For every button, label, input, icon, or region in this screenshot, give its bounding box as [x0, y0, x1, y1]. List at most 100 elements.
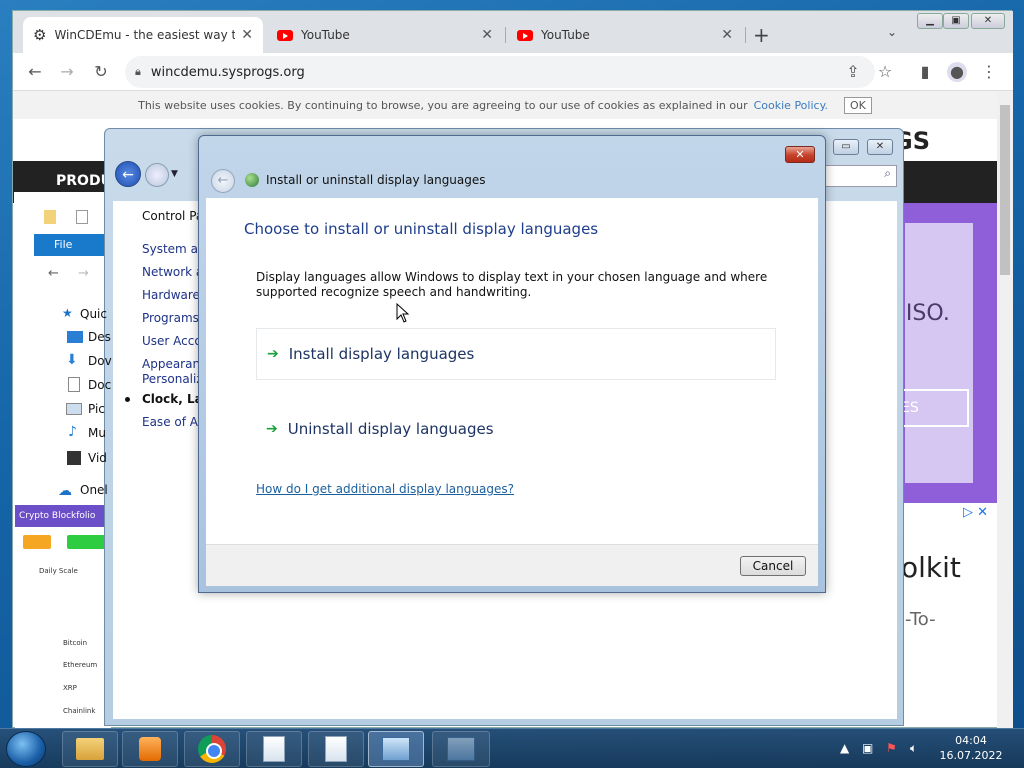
- download-icon: ⬇: [66, 352, 78, 368]
- selected-bullet: [125, 397, 130, 402]
- profile-icon[interactable]: ●: [947, 62, 967, 82]
- taskbar-notepad-2[interactable]: [308, 731, 364, 767]
- mouse-cursor-icon: [396, 303, 410, 323]
- star-icon: ★: [62, 306, 73, 320]
- breadcrumb[interactable]: Control Pa: [142, 209, 203, 223]
- tab-separator: [505, 27, 506, 43]
- crypto-ad: Crypto Blockfolio Daily Scale Bitcoin Et…: [15, 505, 111, 729]
- file-menu[interactable]: File: [34, 234, 104, 256]
- dialog-body: Choose to install or uninstall display l…: [206, 198, 818, 544]
- cookie-ok-button[interactable]: OK: [844, 96, 872, 114]
- nav-documents[interactable]: Doc: [88, 378, 111, 392]
- nav-pictures[interactable]: Pic: [88, 402, 105, 416]
- cookie-policy-link[interactable]: Cookie Policy.: [754, 99, 828, 112]
- chrome-icon: [198, 735, 226, 763]
- maximize-button[interactable]: ▣: [943, 13, 969, 29]
- sidebar-item-programs[interactable]: Programs: [142, 311, 199, 325]
- close-icon[interactable]: ✕: [721, 27, 733, 43]
- desktop-icon: [67, 331, 83, 343]
- taskbar-chrome[interactable]: [184, 731, 240, 767]
- new-tab-icon[interactable]: +: [753, 23, 770, 47]
- nav-quick-access[interactable]: Quic: [80, 307, 107, 321]
- show-hidden-icons-icon[interactable]: ▲: [840, 741, 849, 755]
- lock-icon: 🔒︎: [135, 65, 141, 78]
- nav-onedrive[interactable]: Onel: [80, 483, 108, 497]
- tab-separator: [745, 27, 746, 43]
- language-icon: [447, 737, 475, 761]
- sidebar-item-appearance[interactable]: Appearanc: [142, 357, 207, 371]
- nav-desktop[interactable]: Des: [88, 330, 111, 344]
- taskbar-media-player[interactable]: [122, 731, 178, 767]
- forward-icon[interactable]: →: [78, 266, 89, 281]
- sidepanel-icon[interactable]: ▮: [915, 62, 935, 82]
- back-icon[interactable]: ←: [115, 161, 141, 187]
- dialog-heading: Choose to install or uninstall display l…: [244, 220, 599, 238]
- minimize-button[interactable]: ▁: [917, 13, 943, 29]
- dialog-footer: Cancel: [206, 544, 818, 586]
- tab-wincdemu[interactable]: ⚙ WinCDEmu - the easiest way to m ✕: [23, 17, 263, 53]
- share-icon[interactable]: ⇪: [843, 62, 863, 82]
- tab-title: YouTube: [541, 28, 590, 42]
- reload-icon[interactable]: ↻: [91, 62, 111, 82]
- ad-subtext: -To-: [905, 609, 936, 630]
- nav-music[interactable]: Mu: [88, 426, 106, 440]
- action-center-icon[interactable]: ⚑: [886, 741, 897, 755]
- folder-icon: [76, 738, 104, 760]
- close-icon[interactable]: ✕: [241, 27, 253, 43]
- nav-videos[interactable]: Vid: [88, 451, 107, 465]
- tab-youtube-1[interactable]: YouTube ✕: [267, 17, 503, 53]
- uninstall-languages-option[interactable]: ➔ Uninstall display languages: [256, 403, 776, 455]
- forward-icon[interactable]: →: [57, 62, 77, 82]
- back-icon[interactable]: ←: [25, 62, 45, 82]
- control-panel-icon: [382, 737, 410, 761]
- volume-icon[interactable]: 🔈︎: [910, 741, 917, 756]
- clock[interactable]: 04:04 16.07.2022: [930, 733, 1012, 763]
- close-window-button[interactable]: ✕: [867, 139, 893, 155]
- nav-downloads[interactable]: Dov: [88, 354, 112, 368]
- clock-date: 16.07.2022: [939, 749, 1003, 762]
- cloud-icon: ☁: [58, 483, 72, 499]
- search-input[interactable]: ⌕: [825, 165, 897, 187]
- option-label: Uninstall display languages: [287, 420, 494, 438]
- address-bar[interactable]: 🔒︎ wincdemu.sysprogs.org: [125, 56, 875, 88]
- taskbar-explorer[interactable]: [62, 731, 118, 767]
- clock-time: 04:04: [955, 734, 987, 747]
- back-icon[interactable]: ←: [48, 266, 59, 281]
- crypto-row: Chainlink: [63, 707, 96, 715]
- cancel-button[interactable]: Cancel: [740, 556, 806, 576]
- tab-strip: ⚙ WinCDEmu - the easiest way to m ✕ YouT…: [13, 11, 1013, 53]
- close-icon[interactable]: ✕: [481, 27, 493, 43]
- browser-toolbar: ← → ↻ 🔒︎ wincdemu.sysprogs.org ⇪ ☆ ▮ ● ⋮: [13, 53, 1013, 91]
- option-label: Install display languages: [288, 345, 475, 363]
- cookie-banner: This website uses cookies. By continuing…: [13, 91, 997, 119]
- pictures-icon: [66, 403, 82, 415]
- maximize-button[interactable]: ▭: [833, 139, 859, 155]
- taskbar-language-dialog[interactable]: [432, 731, 490, 767]
- document-icon: [68, 377, 80, 392]
- help-link[interactable]: How do I get additional display language…: [256, 482, 514, 496]
- network-icon[interactable]: ▣: [862, 741, 873, 755]
- ad-choices-icon[interactable]: ▷ ✕: [963, 505, 988, 520]
- forward-icon[interactable]: [145, 163, 169, 187]
- close-window-button[interactable]: ✕: [971, 13, 1005, 29]
- taskbar-notepad-1[interactable]: [246, 731, 302, 767]
- menu-icon[interactable]: ⋮: [979, 62, 999, 82]
- tab-youtube-2[interactable]: YouTube ✕: [507, 17, 743, 53]
- promo-inner: [905, 223, 973, 483]
- dialog-close-button[interactable]: ✕: [785, 146, 815, 163]
- dialog-description: Display languages allow Windows to displ…: [256, 270, 768, 299]
- page-scrollbar[interactable]: [997, 91, 1013, 729]
- grid-icon: [67, 535, 107, 549]
- language-globe-icon: [245, 173, 259, 187]
- scroll-thumb[interactable]: [1000, 105, 1010, 275]
- crypto-row: Ethereum: [63, 661, 98, 669]
- taskbar-control-panel[interactable]: [368, 731, 424, 767]
- back-icon[interactable]: ←: [211, 169, 235, 193]
- chevron-down-icon[interactable]: ⌄: [887, 25, 897, 39]
- bookmark-star-icon[interactable]: ☆: [875, 62, 895, 82]
- ad-headline: olkit: [901, 551, 961, 584]
- install-languages-option[interactable]: ➔ Install display languages: [256, 328, 776, 380]
- music-icon: ♪: [68, 424, 77, 440]
- start-button[interactable]: [6, 731, 46, 767]
- chevron-down-icon[interactable]: ▼: [171, 169, 178, 179]
